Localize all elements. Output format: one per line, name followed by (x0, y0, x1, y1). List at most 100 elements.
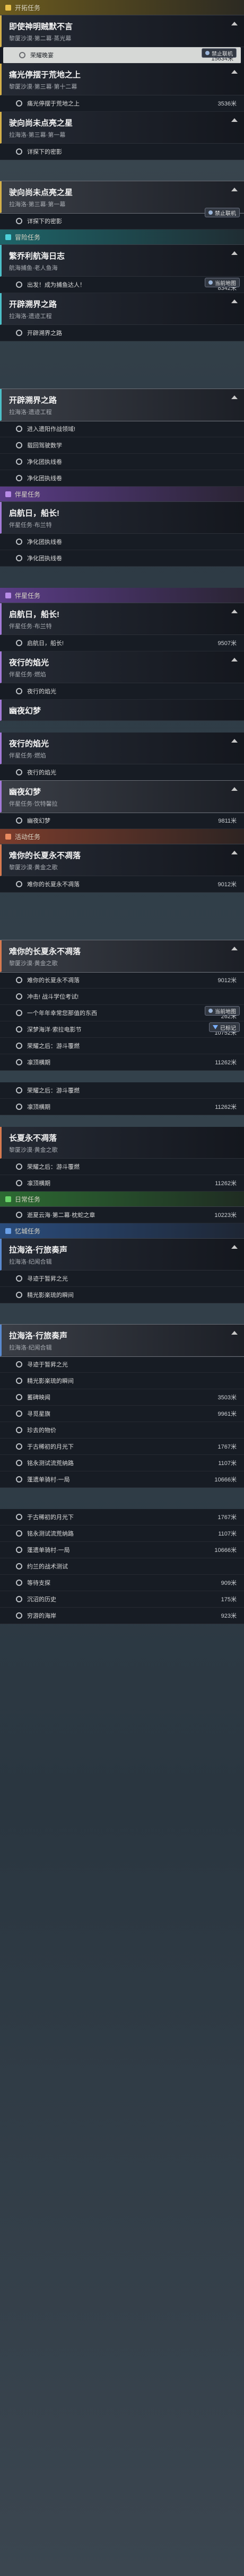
chevron-up-icon[interactable] (231, 658, 238, 661)
quest-step[interactable]: 寻觅星旗 9961米 (0, 1406, 244, 1422)
quest-step[interactable]: 载回驾驶数学 (0, 437, 244, 454)
quest-step[interactable]: 逝夏云海·第二幕·枕蛇之章 10223米 (0, 1207, 244, 1223)
quest-card[interactable]: 难你的长夏永不凋落 黎厦沙漠·黄金之歌 (0, 844, 244, 876)
quest-card[interactable]: 即使神明贼默不言 黎厦沙漠·第二幕·蒸光幕 (0, 15, 244, 47)
step-name: 凛顶横期 (27, 1180, 50, 1187)
quest-step[interactable]: 进入遗阳作战领域! (0, 421, 244, 437)
quest-card[interactable]: 夜行的焰光 伴星任务·燃焰 (0, 733, 244, 764)
quest-step[interactable]: 凛顶横期 11262米 (0, 1175, 244, 1192)
quest-step[interactable]: 精光影楽琉的瞬间 (0, 1373, 244, 1389)
step-name: 净化团执线卷 (27, 539, 62, 545)
chevron-up-icon[interactable] (231, 787, 238, 791)
quest-card[interactable]: 难你的长夏永不凋落 黎厦沙漠·黄金之歌 (0, 940, 244, 973)
ring-icon (16, 1378, 22, 1384)
quest-step[interactable]: 荣耀之后：游斗覆燃 (0, 1159, 244, 1175)
quest-card[interactable]: 驶向尚未点亮之星 拉海洛·第三幕·第一幕 (0, 112, 244, 144)
quest-card[interactable]: 启航日，船长! 伴星任务·布兰特 (0, 502, 244, 534)
chevron-up-icon[interactable] (231, 610, 238, 613)
no-contact-badge: 禁止联机 (205, 208, 240, 217)
quest-step[interactable]: 痛光停摆于荒地之上 3536米 (0, 95, 244, 112)
quest-card[interactable]: 开辟溯界之路 拉海洛·遗迹工程 (0, 293, 244, 325)
step-distance: 10223米 (214, 1212, 237, 1219)
chevron-up-icon[interactable] (231, 395, 238, 399)
step-name: 一个年年幸常您那值的东西 (27, 1010, 97, 1017)
quest-step[interactable]: 荣耀晚宴 15634米 禁止联机 (3, 47, 241, 64)
chevron-up-icon[interactable] (231, 1245, 238, 1249)
chevron-up-icon[interactable] (231, 22, 238, 25)
quest-step[interactable]: 深梦海洋·索拉电影节 10752米 已标记 (0, 1021, 244, 1038)
quest-step[interactable]: 净化团执线卷 (0, 550, 244, 567)
quest-step[interactable]: 净化团执线卷 (0, 534, 244, 550)
quest-step[interactable]: 夜行的焰光 (0, 764, 244, 781)
quest-step[interactable]: 蓬遗单骑村·一局 10666米 (0, 1542, 244, 1558)
quest-step[interactable]: 于古稀初的月光下 1767米 (0, 1439, 244, 1455)
section-header-companion[interactable]: 伴星任务 (0, 588, 244, 603)
section-header-daily[interactable]: 日常任务 (0, 1192, 244, 1207)
step-distance: 9012米 (217, 881, 237, 888)
chevron-up-icon[interactable] (231, 251, 238, 255)
quest-card[interactable]: 繁乔利航海日志 航海捕鱼·老人鱼海 (0, 245, 244, 277)
quest-subtitle: 伴星任务·饮特馨拉 (9, 801, 58, 807)
quest-step[interactable]: 约兰的战术测试 (0, 1558, 244, 1575)
quest-step[interactable]: 蓄碑映闻 3503米 (0, 1389, 244, 1406)
quest-card[interactable]: 幽夜幻梦 (0, 700, 244, 721)
chevron-up-icon[interactable] (231, 118, 238, 122)
section-header-trailblaze[interactable]: 开拓任务 (0, 0, 244, 15)
ring-icon (16, 330, 22, 336)
quest-step[interactable]: 蓬遗单骑村·一局 10666米 (0, 1471, 244, 1488)
quest-card[interactable]: 拉海洛·行旅奏声 拉海洛·纪闻合辑 (0, 1324, 244, 1357)
quest-step[interactable]: 等待支探 909米 (0, 1575, 244, 1591)
quest-step[interactable]: 详探下的密影 (0, 144, 244, 160)
chevron-up-icon[interactable] (231, 851, 238, 854)
quest-step[interactable]: 精光影楽琉的瞬间 (0, 1287, 244, 1303)
quest-step[interactable]: 出发！成为捕鱼达人！ 8342米 当前地图 (0, 277, 244, 293)
quest-step[interactable]: 净化团执线卷 (0, 470, 244, 487)
quest-card[interactable]: 夜行的焰光 伴星任务·燃焰 (0, 651, 244, 683)
quest-step[interactable]: 铭永测试流荒纳路 1107米 (0, 1525, 244, 1542)
section-header-adventure[interactable]: 冒险任务 (0, 230, 244, 245)
quest-step[interactable]: 难你的长夏永不凋落 9012米 (0, 876, 244, 893)
quest-card[interactable]: 开辟溯界之路 拉海洛·遗迹工程 (0, 389, 244, 421)
ring-icon (16, 1612, 22, 1619)
quest-step[interactable]: 夜行的焰光 (0, 683, 244, 700)
quest-step[interactable]: 一个年年幸常您那值的东西 262米 当前地图 (0, 1005, 244, 1021)
quest-card[interactable]: 启航日，船长! 伴星任务·布兰特 (0, 603, 244, 635)
quest-card[interactable]: 驶向尚未点亮之星 拉海洛·第三幕·第一幕 禁止联机 (0, 181, 244, 217)
chevron-up-icon[interactable] (231, 947, 238, 950)
section-header-companion[interactable]: 伴星任务 (0, 487, 244, 502)
quest-step[interactable]: 沉沼的历史 175米 (0, 1591, 244, 1608)
quest-step[interactable]: 凛顶横期 11262米 (0, 1054, 244, 1071)
chevron-up-icon[interactable] (231, 70, 238, 74)
quest-card[interactable]: 幽夜幻梦 伴星任务·饮特馨拉 (0, 780, 244, 813)
quest-step[interactable]: 寻迹于暂昇之光 (0, 1271, 244, 1287)
quest-step[interactable]: 凛顶横期 11262米 (0, 1099, 244, 1115)
quest-step[interactable]: 珍去的物价 (0, 1422, 244, 1439)
quest-step[interactable]: 开辟溯界之路 (0, 325, 244, 341)
quest-card[interactable]: 痛光停摆于荒地之上 黎厦沙漠·第三幕·第十二幕 (0, 64, 244, 95)
quest-step[interactable]: 净化团执线卷 (0, 454, 244, 470)
chevron-up-icon[interactable] (231, 739, 238, 743)
chevron-up-icon[interactable] (231, 188, 238, 191)
quest-step[interactable]: 寻迹于暂昇之光 (0, 1356, 244, 1373)
chevron-up-icon[interactable] (231, 299, 238, 303)
quest-step[interactable]: 启航日，船长! 9507米 (0, 635, 244, 651)
quest-card[interactable]: 拉海洛·行旅奏声 拉海洛·纪闻合辑 (0, 1239, 244, 1271)
scene-backdrop (0, 1488, 244, 1509)
quest-step[interactable]: 冲击! 战斗学位考试! (0, 989, 244, 1005)
quest-step[interactable]: 荣耀之后：游斗覆燃 (0, 1082, 244, 1099)
quest-step[interactable]: 荣耀之后：游斗覆燃 (0, 1038, 244, 1054)
chevron-up-icon[interactable] (231, 1331, 238, 1335)
map-icon (208, 280, 213, 285)
section-header-event[interactable]: 活动任务 (0, 829, 244, 844)
quest-step[interactable]: 穷游的海岸 923米 (0, 1608, 244, 1624)
step-distance: 909米 (221, 1580, 237, 1586)
diamond-icon (5, 234, 11, 240)
quest-card[interactable]: 长夏永不凋落 黎厦沙漠·黄金之歌 (0, 1127, 244, 1159)
step-name: 蓬遗单骑村·一局 (27, 1477, 70, 1483)
quest-step[interactable]: 难你的长夏永不凋落 9012米 (0, 972, 244, 989)
section-header-memory[interactable]: 忆城任务 (0, 1223, 244, 1239)
quest-step[interactable]: 铭永测试流荒纳路 1107米 (0, 1455, 244, 1471)
quest-step[interactable]: 于古稀初的月光下 1767米 (0, 1509, 244, 1525)
quest-step[interactable]: 幽夜幻梦 9811米 (0, 813, 244, 829)
no-contact-badge: 禁止联机 (202, 48, 237, 58)
